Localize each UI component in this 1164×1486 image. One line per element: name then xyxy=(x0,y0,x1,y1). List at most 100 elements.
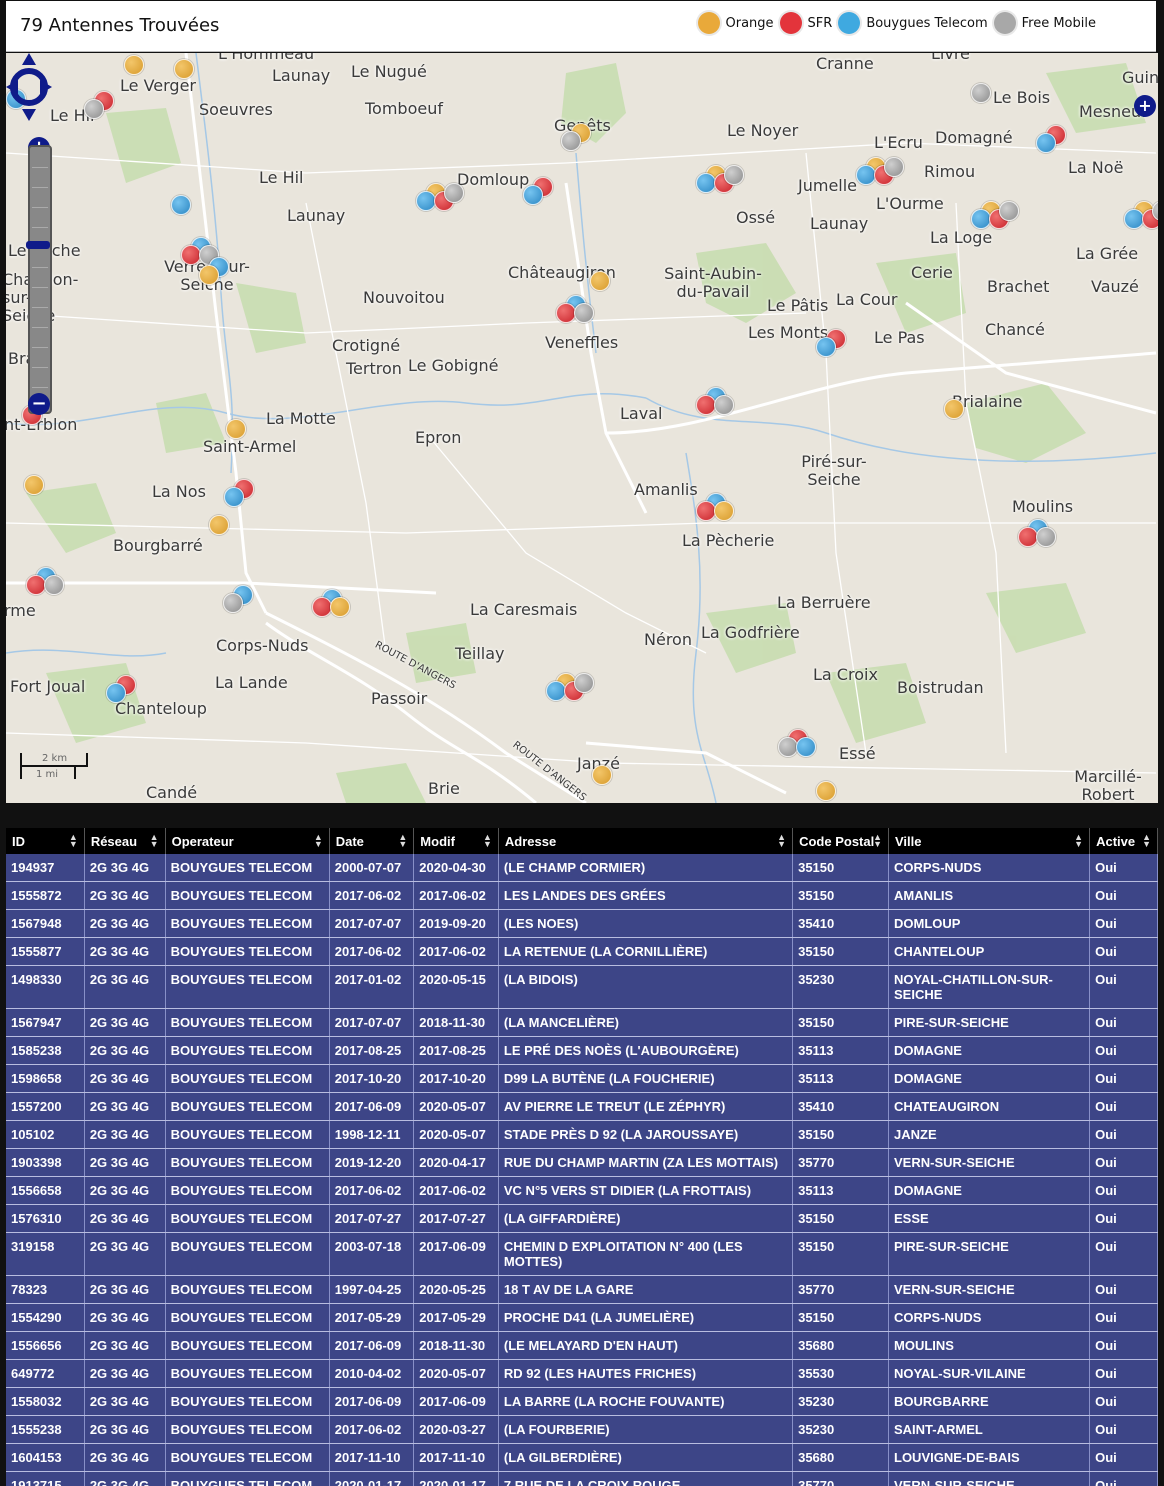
free-antenna-marker[interactable] xyxy=(84,99,104,119)
pan-control[interactable] xyxy=(6,53,52,121)
column-header[interactable]: ID ▲ ▼ xyxy=(6,828,85,854)
legend-free[interactable]: Free Mobile xyxy=(993,12,1096,34)
table-row[interactable]: 194937 2G 3G 4G BOUYGUES TELECOM 2000-07-07… xyxy=(6,854,1158,882)
antenna-map[interactable]: Le Verger L'Hommeau Launay Le Nugué Cran… xyxy=(6,53,1158,803)
free-antenna-marker[interactable] xyxy=(44,575,64,595)
table-row[interactable]: 319158 2G 3G 4G BOUYGUES TELECOM 2003-07-18… xyxy=(6,1232,1158,1276)
table-row[interactable]: 1555238 2G 3G 4G BOUYGUES TELECOM 2017-06-0… xyxy=(6,1415,1158,1444)
sfr-antenna-marker[interactable] xyxy=(556,303,576,323)
column-header[interactable]: Date ▲ ▼ xyxy=(329,828,415,854)
bouy-antenna-marker[interactable] xyxy=(696,173,716,193)
free-antenna-marker[interactable] xyxy=(223,593,243,613)
table-row[interactable]: 1567947 2G 3G 4G BOUYGUES TELECOM 2017-07-0… xyxy=(6,1008,1158,1037)
layer-switcher-button[interactable]: + xyxy=(1134,95,1156,117)
table-row[interactable]: 1558032 2G 3G 4G BOUYGUES TELECOM 2017-06-0… xyxy=(6,1387,1158,1416)
table-row[interactable]: 1556658 2G 3G 4G BOUYGUES TELECOM 2017-06-0… xyxy=(6,1176,1158,1205)
free-antenna-marker[interactable] xyxy=(714,395,734,415)
table-row[interactable]: 1556656 2G 3G 4G BOUYGUES TELECOM 2017-06-0… xyxy=(6,1331,1158,1360)
orange-antenna-marker[interactable] xyxy=(714,501,734,521)
table-row[interactable]: 78323 2G 3G 4G BOUYGUES TELECOM 1997-04-25 2… xyxy=(6,1275,1158,1304)
free-antenna-marker[interactable] xyxy=(444,183,464,203)
bouy-antenna-marker[interactable] xyxy=(171,195,191,215)
table-row[interactable]: 1555872 2G 3G 4G BOUYGUES TELECOM 2017-06-0… xyxy=(6,881,1158,910)
table-cell: AMANLIS xyxy=(888,881,1091,910)
bouy-antenna-marker[interactable] xyxy=(224,487,244,507)
table-row[interactable]: 649772 2G 3G 4G BOUYGUES TELECOM 2010-04-02… xyxy=(6,1359,1158,1388)
free-antenna-marker[interactable] xyxy=(1036,527,1056,547)
orange-antenna-marker[interactable] xyxy=(209,515,229,535)
table-row[interactable]: 1557200 2G 3G 4G BOUYGUES TELECOM 2017-06-0… xyxy=(6,1092,1158,1121)
orange-antenna-marker[interactable] xyxy=(24,475,44,495)
column-header[interactable]: Modif ▲ ▼ xyxy=(413,828,499,854)
sort-icon[interactable]: ▲ ▼ xyxy=(777,833,786,849)
table-cell: 2017-07-07 xyxy=(329,1008,415,1037)
column-header[interactable]: Code Postal ▲ ▼ xyxy=(792,828,889,854)
table-row[interactable]: 1554290 2G 3G 4G BOUYGUES TELECOM 2017-05-2… xyxy=(6,1303,1158,1332)
bouy-antenna-marker[interactable] xyxy=(796,737,816,757)
zoom-slider-handle[interactable] xyxy=(26,241,50,249)
bouy-antenna-marker[interactable] xyxy=(106,683,126,703)
sort-icon[interactable]: ▲ ▼ xyxy=(150,833,159,849)
free-antenna-marker[interactable] xyxy=(999,201,1019,221)
legend-sfr[interactable]: SFR xyxy=(779,12,832,34)
orange-antenna-marker[interactable] xyxy=(226,419,246,439)
zoom-out-button[interactable]: − xyxy=(28,393,50,415)
table-row[interactable]: 1555877 2G 3G 4G BOUYGUES TELECOM 2017-06-0… xyxy=(6,937,1158,966)
column-header[interactable]: Active ▲ ▼ xyxy=(1089,828,1158,854)
table-row[interactable]: 105102 2G 3G 4G BOUYGUES TELECOM 1998-12-11… xyxy=(6,1120,1158,1149)
bouy-antenna-marker[interactable] xyxy=(971,209,991,229)
sfr-antenna-marker[interactable] xyxy=(26,575,46,595)
bouy-antenna-marker[interactable] xyxy=(1124,209,1144,229)
table-row[interactable]: 1604153 2G 3G 4G BOUYGUES TELECOM 2017-11-1… xyxy=(6,1443,1158,1472)
table-row[interactable]: 1903398 2G 3G 4G BOUYGUES TELECOM 2019-12-2… xyxy=(6,1148,1158,1177)
legend-bouygues[interactable]: Bouygues Telecom xyxy=(838,12,988,34)
orange-antenna-marker[interactable] xyxy=(816,781,836,801)
sfr-antenna-marker[interactable] xyxy=(312,597,332,617)
orange-antenna-marker[interactable] xyxy=(330,597,350,617)
orange-antenna-marker[interactable] xyxy=(592,765,612,785)
bouy-antenna-marker[interactable] xyxy=(1036,133,1056,153)
free-antenna-marker[interactable] xyxy=(724,165,744,185)
column-header[interactable]: Adresse ▲ ▼ xyxy=(498,828,794,854)
sort-icon[interactable]: ▲ ▼ xyxy=(483,833,492,849)
orange-antenna-marker[interactable] xyxy=(199,265,219,285)
table-row[interactable]: 1498330 2G 3G 4G BOUYGUES TELECOM 2017-01-0… xyxy=(6,965,1158,1009)
free-antenna-marker[interactable] xyxy=(778,737,798,757)
free-antenna-marker[interactable] xyxy=(574,673,594,693)
sort-icon[interactable]: ▲ ▼ xyxy=(398,833,407,849)
legend-orange[interactable]: Orange xyxy=(697,12,774,34)
bouy-antenna-marker[interactable] xyxy=(816,337,836,357)
bouy-antenna-marker[interactable] xyxy=(523,185,543,205)
map-place-label: Le Verger xyxy=(120,76,196,95)
sort-icon[interactable]: ▲ ▼ xyxy=(314,833,323,849)
column-header[interactable]: Réseau ▲ ▼ xyxy=(84,828,166,854)
orange-antenna-marker[interactable] xyxy=(124,55,144,75)
bouy-antenna-marker[interactable] xyxy=(416,191,436,211)
sort-icon[interactable]: ▲ ▼ xyxy=(873,833,882,849)
table-row[interactable]: 1598658 2G 3G 4G BOUYGUES TELECOM 2017-10-2… xyxy=(6,1064,1158,1093)
orange-antenna-marker[interactable] xyxy=(590,271,610,291)
sfr-antenna-marker[interactable] xyxy=(1018,527,1038,547)
table-row[interactable]: 1576310 2G 3G 4G BOUYGUES TELECOM 2017-07-2… xyxy=(6,1204,1158,1233)
bouy-antenna-marker[interactable] xyxy=(546,681,566,701)
free-antenna-marker[interactable] xyxy=(884,157,904,177)
sfr-antenna-marker[interactable] xyxy=(696,395,716,415)
table-row[interactable]: 1567948 2G 3G 4G BOUYGUES TELECOM 2017-07-0… xyxy=(6,909,1158,938)
free-antenna-marker[interactable] xyxy=(561,131,581,151)
free-antenna-marker[interactable] xyxy=(971,83,991,103)
orange-antenna-marker[interactable] xyxy=(944,399,964,419)
table-row[interactable]: 1585238 2G 3G 4G BOUYGUES TELECOM 2017-08-2… xyxy=(6,1036,1158,1065)
sfr-antenna-marker[interactable] xyxy=(696,501,716,521)
free-antenna-marker[interactable] xyxy=(574,303,594,323)
table-row[interactable]: 1913715 2G 3G 4G BOUYGUES TELECOM 2020-01-1… xyxy=(6,1471,1158,1486)
sort-icon[interactable]: ▲ ▼ xyxy=(69,833,78,849)
sort-icon[interactable]: ▲ ▼ xyxy=(1074,833,1083,849)
bouy-antenna-marker[interactable] xyxy=(856,165,876,185)
sfr-antenna-marker[interactable] xyxy=(181,245,201,265)
column-header[interactable]: Ville ▲ ▼ xyxy=(888,828,1091,854)
antenna-table-wrapper[interactable]: ID ▲ ▼ Réseau ▲ ▼ Operateur ▲ ▼ Date ▲ ▼ Modif ▲ ▼ Adre… xyxy=(6,828,1158,1486)
zoom-bar[interactable] xyxy=(28,145,52,414)
orange-antenna-marker[interactable] xyxy=(174,59,194,79)
sort-icon[interactable]: ▲ ▼ xyxy=(1142,833,1151,849)
column-header[interactable]: Operateur ▲ ▼ xyxy=(165,828,330,854)
